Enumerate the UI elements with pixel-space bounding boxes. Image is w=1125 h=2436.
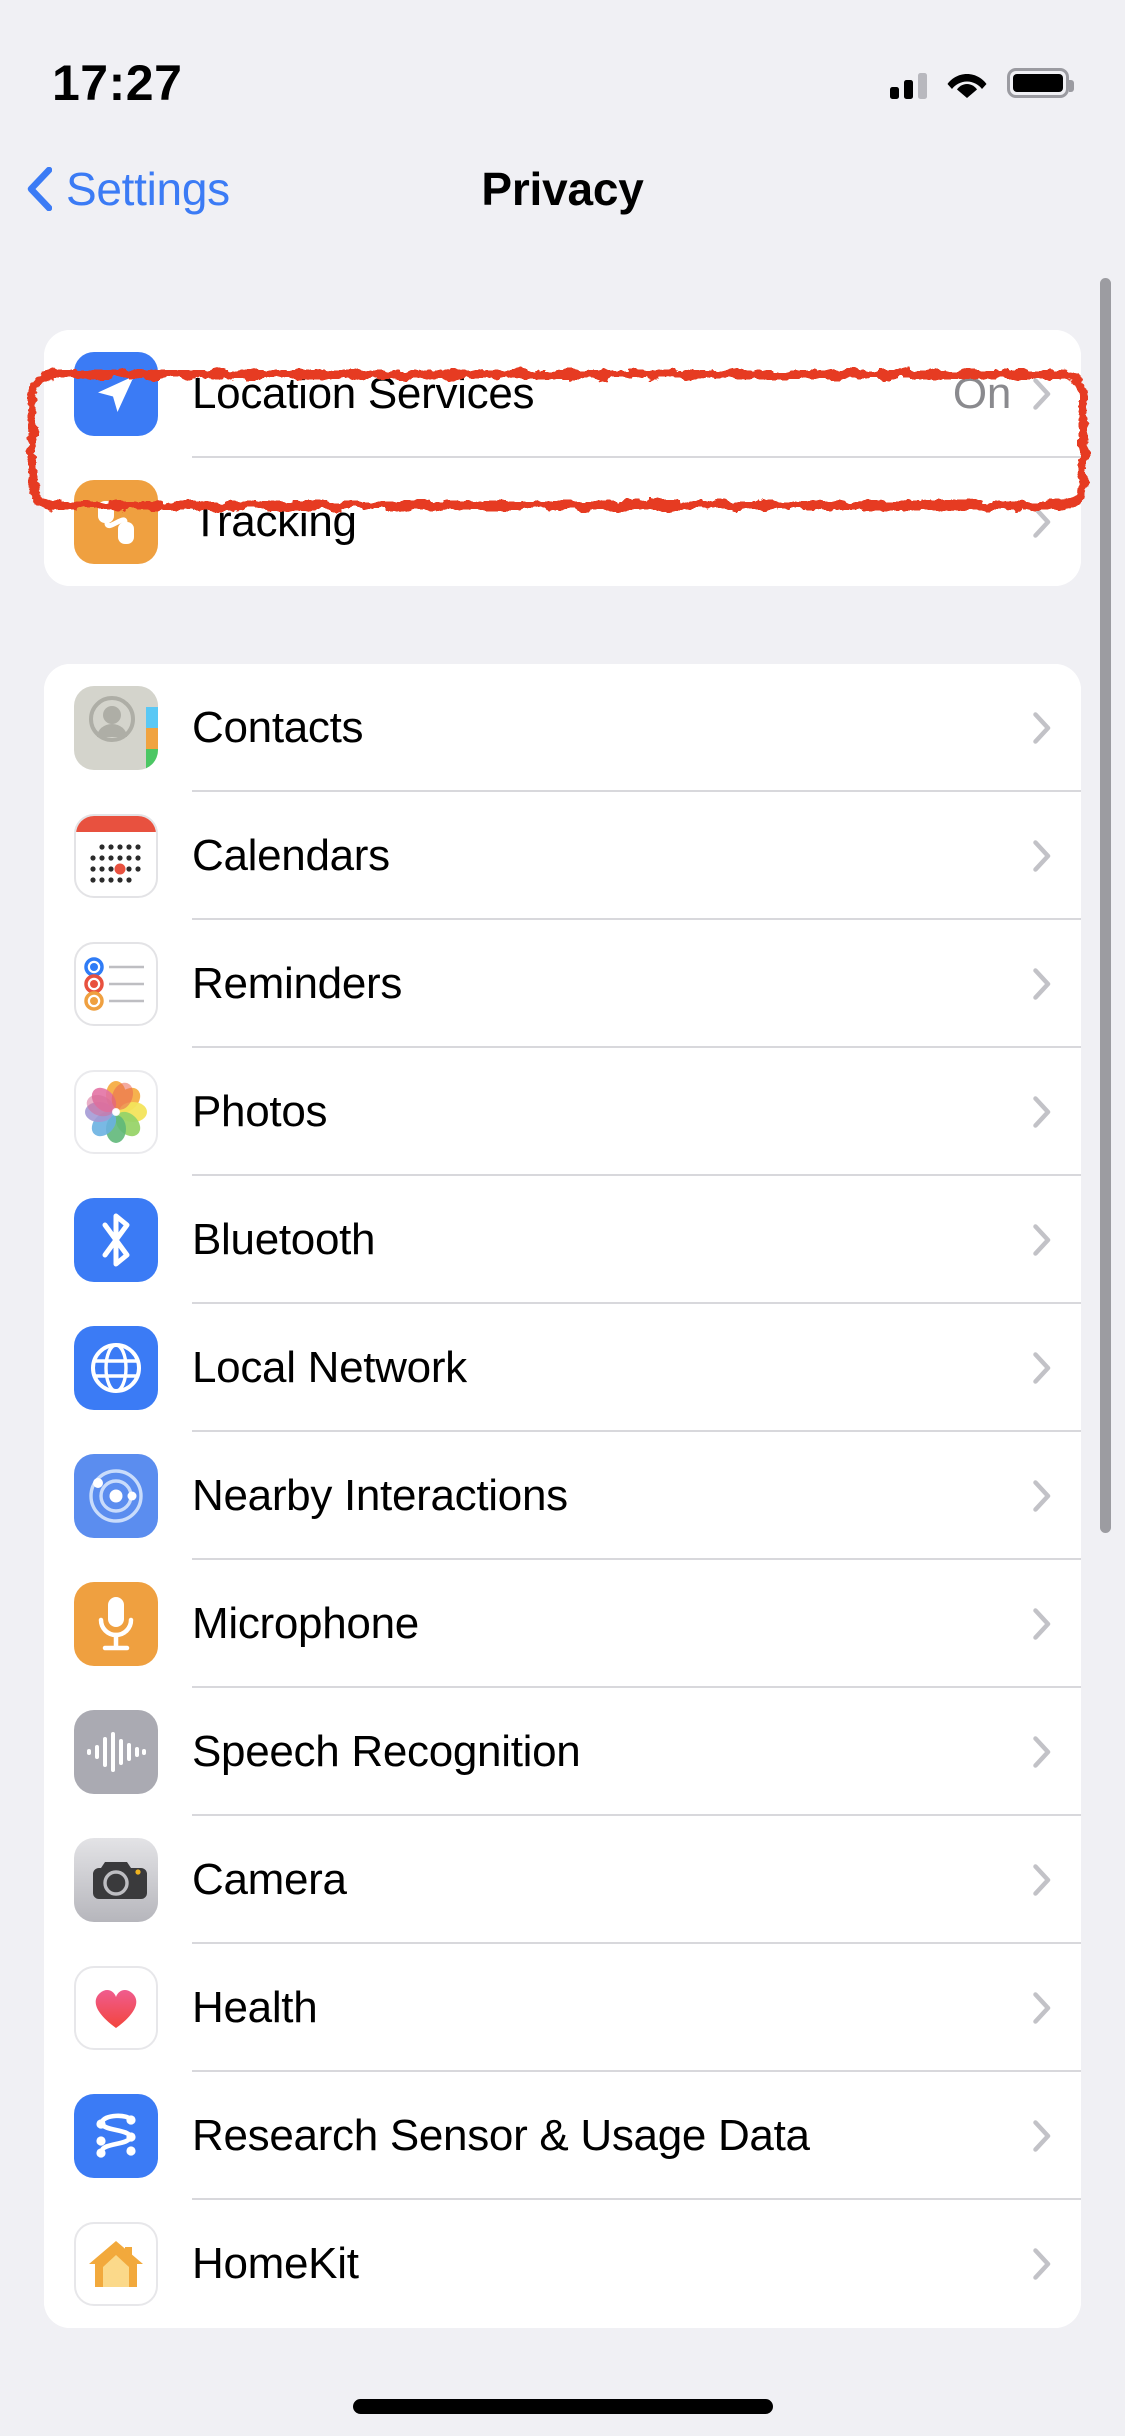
chevron-right-icon (1033, 2120, 1051, 2152)
microphone-icon (74, 1582, 158, 1666)
row-research-sensor-usage-data[interactable]: Research Sensor & Usage Data (44, 2072, 1081, 2200)
row-label: Reminders (192, 959, 403, 1008)
battery-full-icon (1007, 68, 1074, 98)
homekit-icon (74, 2222, 158, 2306)
heart-icon (74, 1966, 158, 2050)
chevron-right-icon (1033, 1096, 1051, 1128)
reminders-icon (74, 942, 158, 1026)
row-tracking[interactable]: Tracking (44, 458, 1081, 586)
row-label: Nearby Interactions (192, 1471, 568, 1520)
chevron-right-icon (1033, 1992, 1051, 2024)
status-indicators (890, 67, 1074, 99)
nearby-interactions-icon (74, 1454, 158, 1538)
status-time: 17:27 (52, 55, 183, 111)
row-photos[interactable]: Photos (44, 1048, 1081, 1176)
row-speech-recognition[interactable]: Speech Recognition (44, 1688, 1081, 1816)
row-label: HomeKit (192, 2239, 359, 2288)
tracking-icon (74, 480, 158, 564)
row-value: On (952, 369, 1011, 418)
chevron-right-icon (1033, 968, 1051, 1000)
back-button[interactable]: Settings (0, 162, 230, 216)
contacts-tabs (146, 686, 158, 770)
chevron-right-icon (1033, 1608, 1051, 1640)
chevron-right-icon (1033, 712, 1051, 744)
row-label: Health (192, 1983, 318, 2032)
row-label: Photos (192, 1087, 328, 1136)
calendar-icon (74, 814, 158, 898)
row-reminders[interactable]: Reminders (44, 920, 1081, 1048)
cellular-signal-icon (890, 67, 927, 99)
home-indicator (352, 2399, 773, 2414)
row-camera[interactable]: Camera (44, 1816, 1081, 1944)
privacy-top-group: Location Services On Tracking (44, 330, 1081, 586)
chevron-right-icon (1033, 378, 1051, 410)
row-location-services[interactable]: Location Services On (44, 330, 1081, 458)
location-arrow-icon (74, 352, 158, 436)
wifi-icon (947, 74, 987, 98)
row-contacts[interactable]: Contacts (44, 664, 1081, 792)
row-homekit[interactable]: HomeKit (44, 2200, 1081, 2328)
chevron-left-icon (27, 167, 52, 211)
status-bar: 17:27 (0, 0, 1125, 140)
row-label: Camera (192, 1855, 347, 1904)
row-nearby-interactions[interactable]: Nearby Interactions (44, 1432, 1081, 1560)
chevron-right-icon (1033, 1864, 1051, 1896)
row-microphone[interactable]: Microphone (44, 1560, 1081, 1688)
settings-scroll-view[interactable]: Location Services On Tracking Contacts C… (0, 330, 1125, 2328)
research-sensor-icon (74, 2094, 158, 2178)
chevron-right-icon (1033, 1736, 1051, 1768)
privacy-permissions-group: Contacts Calendars Reminders Photos Blue… (44, 664, 1081, 2328)
chevron-right-icon (1033, 1352, 1051, 1384)
camera-icon (74, 1838, 158, 1922)
vertical-scrollbar[interactable] (1100, 278, 1111, 1533)
chevron-right-icon (1033, 840, 1051, 872)
chevron-right-icon (1033, 506, 1051, 538)
navigation-bar: Settings Privacy (0, 140, 1125, 238)
chevron-right-icon (1033, 1224, 1051, 1256)
row-label: Location Services (192, 369, 535, 418)
row-health[interactable]: Health (44, 1944, 1081, 2072)
globe-icon (74, 1326, 158, 1410)
row-label: Calendars (192, 831, 390, 880)
contacts-icon (74, 686, 158, 770)
waveform-icon (74, 1710, 158, 1794)
row-calendars[interactable]: Calendars (44, 792, 1081, 920)
row-label: Microphone (192, 1599, 419, 1648)
row-label: Contacts (192, 703, 364, 752)
row-label: Tracking (192, 497, 357, 546)
row-bluetooth[interactable]: Bluetooth (44, 1176, 1081, 1304)
row-local-network[interactable]: Local Network (44, 1304, 1081, 1432)
row-label: Research Sensor & Usage Data (192, 2111, 810, 2160)
photos-icon (74, 1070, 158, 1154)
bluetooth-icon (74, 1198, 158, 1282)
back-button-label: Settings (66, 163, 230, 215)
row-label: Speech Recognition (192, 1727, 581, 1776)
row-label: Bluetooth (192, 1215, 376, 1264)
chevron-right-icon (1033, 1480, 1051, 1512)
row-label: Local Network (192, 1343, 467, 1392)
chevron-right-icon (1033, 2248, 1051, 2280)
